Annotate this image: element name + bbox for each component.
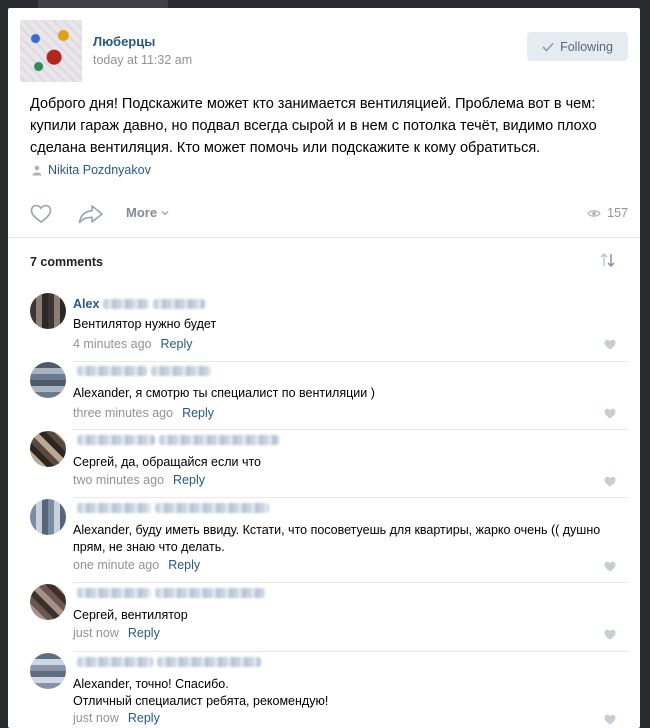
reply-link[interactable]: Reply — [173, 473, 205, 487]
blurred-name — [77, 657, 153, 667]
comment-meta: three minutes ago Reply — [73, 406, 214, 420]
heart-icon[interactable] — [604, 476, 616, 487]
comment-time[interactable]: just now — [73, 711, 119, 725]
background-window-tab — [38, 0, 168, 8]
post-author-name[interactable]: Nikita Pozdnyakov — [48, 163, 151, 177]
comment-time[interactable]: one minute ago — [73, 558, 159, 572]
heart-icon[interactable] — [604, 629, 616, 640]
post-card: Люберцы today at 11:32 am Following Добр… — [8, 8, 640, 728]
comment-divider — [73, 361, 628, 362]
comment-meta: one minute ago Reply — [73, 558, 200, 572]
heart-icon[interactable] — [604, 561, 616, 572]
person-icon — [32, 165, 42, 175]
comment-avatar[interactable] — [30, 362, 66, 398]
comment-text: Alexander, буду иметь ввиду. Кстати, что… — [73, 523, 601, 554]
following-button-label: Following — [560, 39, 613, 54]
blurred-name — [159, 435, 279, 445]
comment-time[interactable]: 4 minutes ago — [73, 337, 152, 351]
group-name-link[interactable]: Люберцы — [93, 34, 155, 49]
reply-link[interactable]: Reply — [168, 558, 200, 572]
comment-avatar[interactable] — [30, 653, 66, 689]
blurred-name — [151, 366, 211, 376]
blurred-name — [155, 503, 269, 513]
views-counter: 157 — [587, 206, 628, 220]
views-count: 157 — [607, 206, 628, 220]
comment-author[interactable] — [73, 657, 261, 667]
share-icon[interactable] — [78, 204, 104, 224]
following-button[interactable]: Following — [527, 32, 628, 61]
sort-icon[interactable] — [599, 253, 616, 267]
post-timestamp[interactable]: today at 11:32 am — [93, 53, 192, 67]
blurred-name — [103, 299, 150, 309]
comment-text: Alexander, я смотрю ты специалист по вен… — [73, 386, 375, 400]
post-actions: More 157 — [30, 201, 628, 227]
heart-icon[interactable] — [604, 714, 616, 725]
comment-avatar[interactable] — [30, 293, 66, 329]
comment-text: Вентилятор нужно будет — [73, 317, 217, 331]
heart-icon[interactable] — [604, 339, 616, 350]
blurred-name — [155, 588, 265, 598]
comment-time[interactable]: two minutes ago — [73, 473, 164, 487]
post-author[interactable]: Nikita Pozdnyakov — [32, 163, 151, 177]
comment-author[interactable]: Alex — [73, 297, 206, 311]
comment-meta: just now Reply — [73, 711, 160, 725]
comment-divider — [73, 429, 628, 430]
blurred-name — [77, 588, 151, 598]
divider — [8, 237, 640, 238]
heart-icon[interactable] — [30, 204, 52, 224]
comment-meta: 4 minutes ago Reply — [73, 337, 193, 351]
post-header: Люберцы today at 11:32 am Following — [20, 20, 628, 82]
comment-text: Сергей, вентилятор — [73, 608, 188, 622]
reply-link[interactable]: Reply — [182, 406, 214, 420]
reply-link[interactable]: Reply — [161, 337, 193, 351]
comment-author[interactable] — [73, 435, 279, 445]
comment-divider — [73, 497, 628, 498]
comment-text: Alexander, точно! Спасибо. Отличный спец… — [73, 677, 329, 708]
comment-time[interactable]: three minutes ago — [73, 406, 173, 420]
more-button-label: More — [126, 205, 158, 220]
reply-link[interactable]: Reply — [128, 626, 160, 640]
eye-icon — [587, 209, 601, 217]
comment-author[interactable] — [73, 366, 211, 376]
comment-avatar[interactable] — [30, 431, 66, 467]
blurred-name — [77, 435, 155, 445]
comment-author[interactable] — [73, 503, 269, 513]
comment-divider — [73, 651, 628, 652]
comments-count: 7 comments — [30, 255, 103, 269]
reply-link[interactable]: Reply — [128, 711, 160, 725]
chevron-down-icon — [161, 210, 169, 215]
comment-text: Сергей, да, обращайся если что — [73, 455, 262, 469]
comment-author[interactable] — [73, 588, 265, 598]
blurred-name — [77, 366, 147, 376]
group-avatar[interactable] — [20, 20, 82, 82]
comment-meta: two minutes ago Reply — [73, 473, 205, 487]
blurred-name — [77, 503, 151, 513]
check-icon — [542, 42, 554, 52]
comment-avatar[interactable] — [30, 499, 66, 535]
comment-meta: just now Reply — [73, 626, 160, 640]
comment-divider — [73, 582, 628, 583]
comment-time[interactable]: just now — [73, 626, 119, 640]
blurred-name — [153, 299, 206, 309]
heart-icon[interactable] — [604, 408, 616, 419]
post-text: Доброго дня! Подскажите может кто занима… — [30, 96, 597, 156]
more-button[interactable]: More — [126, 205, 169, 220]
comment-author-name[interactable]: Alex — [73, 297, 99, 311]
blurred-name — [157, 657, 261, 667]
comment-avatar[interactable] — [30, 584, 66, 620]
